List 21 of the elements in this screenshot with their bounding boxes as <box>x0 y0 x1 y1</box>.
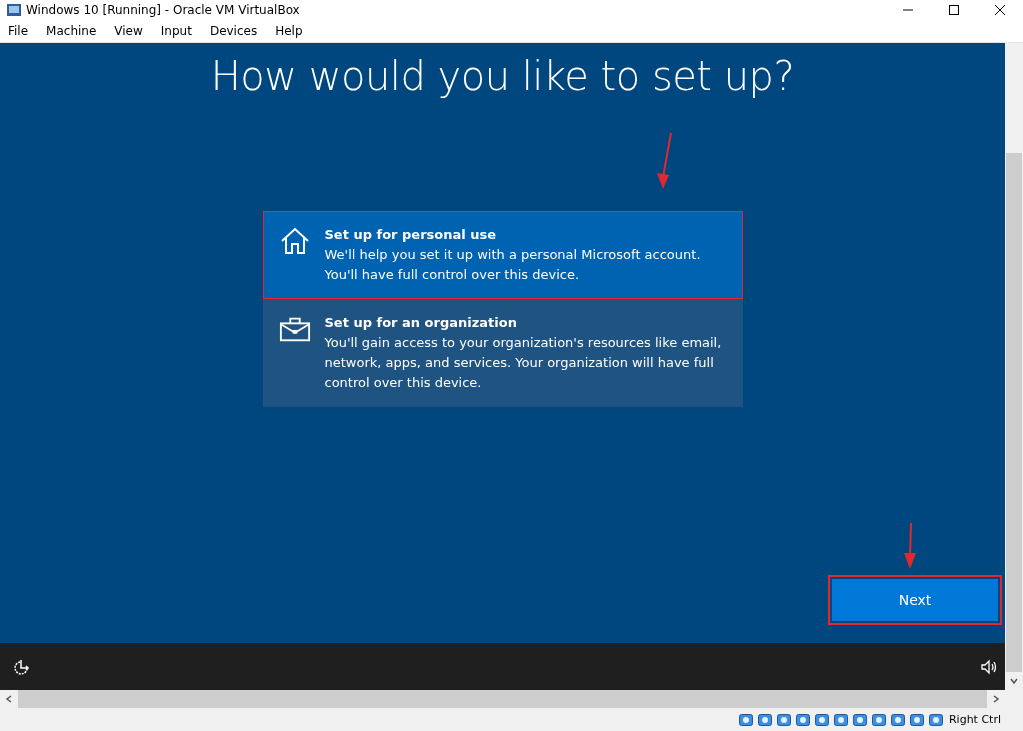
setup-option[interactable]: Set up for an organization You'll gain access to your organization's resources like email, network, apps, and services. Your organization will have full control over this device. <box>262 298 743 407</box>
option-description: We'll help you set it up with a personal Microsoft account. You'll have full control over this device. <box>324 245 702 284</box>
menu-item[interactable]: Help <box>273 24 305 38</box>
setup-heading: How would you like to set up? <box>210 52 795 99</box>
window-title: Windows 10 [Running] - Oracle VM VirtualBox <box>26 3 301 17</box>
scroll-down-icon[interactable] <box>1009 676 1019 687</box>
app-icon <box>6 2 22 18</box>
option-description: You'll gain access to your organization's resources like email, network, apps, and services. Your organization will have full control over this device. <box>324 333 723 392</box>
annotation-arrow <box>655 130 675 191</box>
scroll-left-icon[interactable] <box>4 694 14 705</box>
scroll-right-icon[interactable] <box>991 694 1001 705</box>
menu-item[interactable]: Machine <box>44 24 99 38</box>
option-title: Set up for an organization <box>324 313 518 332</box>
menu-item[interactable]: File <box>6 24 31 38</box>
option-title: Set up for personal use <box>324 225 498 244</box>
setup-option[interactable]: Set up for personal use We'll help you set it up with a personal Microsoft account. You'll have full control over this device. <box>262 210 743 299</box>
host-key-label: Right Ctrl <box>948 713 1001 726</box>
menu-item[interactable]: Input <box>158 24 194 38</box>
next-button[interactable]: Next <box>832 579 998 622</box>
menu-item[interactable]: View <box>112 24 145 38</box>
menu-item[interactable]: Devices <box>207 24 260 38</box>
